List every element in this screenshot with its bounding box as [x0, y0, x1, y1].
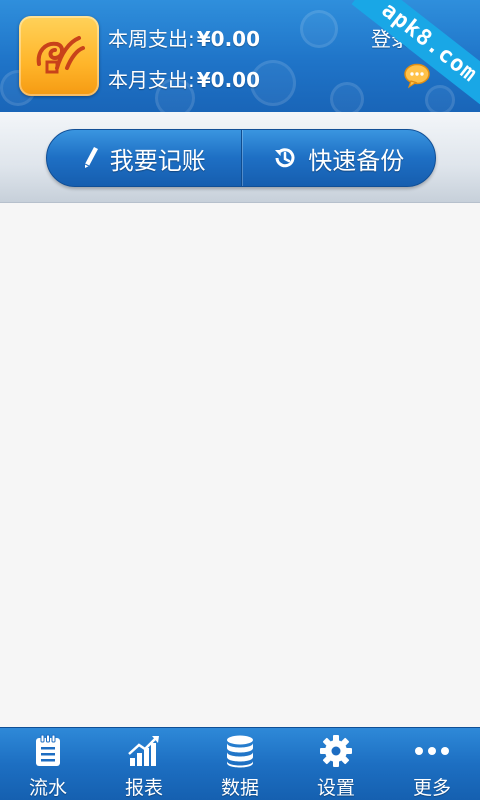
nav-item-label: 设置 [316, 777, 355, 799]
gear-icon [318, 733, 354, 769]
month-expense-amount: ¥0.00 [196, 68, 261, 92]
record-button[interactable]: 我要记账 [47, 130, 241, 186]
nav-item-label: 更多 [412, 777, 451, 799]
nav-item-data[interactable]: 数据 [192, 728, 288, 800]
nav-item-label: 流水 [28, 777, 67, 799]
bar-chart-icon [126, 733, 162, 769]
header: 本周支出: ¥0.00 本月支出: ¥0.00 登录 apk8.com [0, 0, 480, 112]
nav-item-report[interactable]: 报表 [96, 728, 192, 800]
background-coin [300, 10, 338, 48]
nav-item-settings[interactable]: 设置 [288, 728, 384, 800]
month-expense-label: 本月支出: [108, 68, 195, 92]
backup-button-label: 快速备份 [308, 146, 405, 175]
background-coin [425, 85, 455, 112]
nav-item-label: 报表 [124, 777, 163, 799]
database-icon [222, 733, 258, 769]
watermark: apk8.com [351, 0, 480, 109]
backup-button[interactable]: 快速备份 [242, 130, 436, 186]
notepad-icon [30, 733, 66, 769]
week-expense: 本周支出: ¥0.00 [108, 23, 260, 52]
action-bar: 我要记账 快速备份 [0, 112, 480, 203]
nav-item-flow[interactable]: 流水 [0, 728, 96, 800]
history-icon [272, 145, 298, 171]
bottom-nav: 流水 报表 数据 设置 更多 [0, 727, 480, 800]
month-expense: 本月支出: ¥0.00 [108, 64, 260, 93]
week-expense-label: 本周支出: [108, 27, 195, 51]
chat-bubble-icon[interactable] [403, 63, 431, 89]
action-button-group: 我要记账 快速备份 [46, 129, 436, 187]
nav-item-more[interactable]: 更多 [384, 728, 480, 800]
app-logo-icon[interactable] [19, 16, 99, 96]
pencil-icon [82, 145, 100, 171]
main-content [0, 203, 480, 727]
nav-item-label: 数据 [220, 777, 259, 799]
week-expense-amount: ¥0.00 [196, 27, 261, 51]
more-dots-icon [414, 733, 450, 769]
background-coin [330, 82, 364, 112]
record-button-label: 我要记账 [109, 146, 206, 175]
